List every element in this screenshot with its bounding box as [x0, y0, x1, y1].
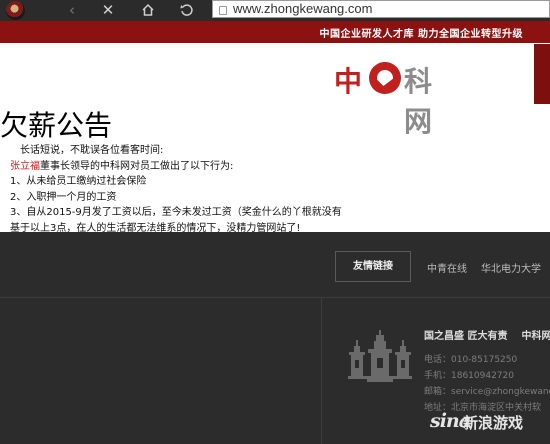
back-icon[interactable]: ‹ [62, 0, 82, 21]
notice-body: 长话短说，不耽误各位看客时间: 张立福董事长领导的中科网对员工做出了以下行为: … [10, 143, 342, 236]
notice-item: 3、自从2015-9月发了工资以后，至今未发过工资（奖金什么的丫根就没有 [10, 207, 342, 218]
notice-item: 1、从未给员工缴纳过社会保险 [10, 176, 147, 187]
refresh-icon[interactable] [176, 0, 196, 21]
logo-zhong: 中 [334, 65, 363, 98]
notice-item: 2、入职押一个月的工资 [10, 191, 117, 203]
notice-name-line: 张立福董事长领导的中科网对员工做出了以下行为: [10, 159, 342, 175]
watermark-text: 新浪游戏 [463, 414, 524, 432]
banner-slogan: 中国企业研发人才库 助力全国企业转型升级 [319, 29, 523, 40]
site-name: 中科网 [521, 331, 550, 342]
pagoda-logo-icon [348, 330, 412, 382]
home-icon[interactable] [138, 0, 158, 21]
logo-emblem-icon [369, 62, 401, 94]
mobile: 手机：18610942720 [424, 371, 514, 381]
footer-vertical-divider [321, 298, 322, 444]
friend-links-button[interactable]: 友情链接 [335, 251, 411, 282]
chairman-name: 张立福 [10, 160, 40, 172]
friend-link[interactable]: 华北电力大学 [481, 260, 541, 275]
logo-keWang: 科网 [404, 65, 434, 138]
phone: 电话：010-85175250 [424, 355, 518, 365]
browser-toolbar: ‹ ✕ www.zhongkewang.com [0, 0, 550, 21]
notice-title: 欠薪公告 [0, 109, 113, 142]
footer-divider [0, 297, 550, 298]
side-stripe [534, 44, 550, 104]
notice-after-name: 董事长领导的中科网对员工做出了以下行为: [40, 160, 234, 172]
friend-link[interactable]: 中青在线 [427, 260, 467, 275]
email[interactable]: 邮箱：service@zhongkewang [424, 384, 550, 400]
slogan: 国之昌盛 匠大有责 [424, 331, 508, 342]
address-bar[interactable]: www.zhongkewang.com [212, 0, 550, 18]
top-banner: 中国企业研发人才库 助力全国企业转型升级 [0, 21, 550, 43]
contact-header: 国之昌盛 匠大有责 中科网 [424, 327, 550, 342]
contact-info: 国之昌盛 匠大有责 中科网 电话：010-85175250 手机：18610942… [424, 327, 550, 416]
profile-avatar[interactable] [6, 1, 25, 20]
notice-intro: 长话短说，不耽误各位看客时间: [20, 145, 164, 156]
close-icon[interactable]: ✕ [98, 0, 118, 21]
